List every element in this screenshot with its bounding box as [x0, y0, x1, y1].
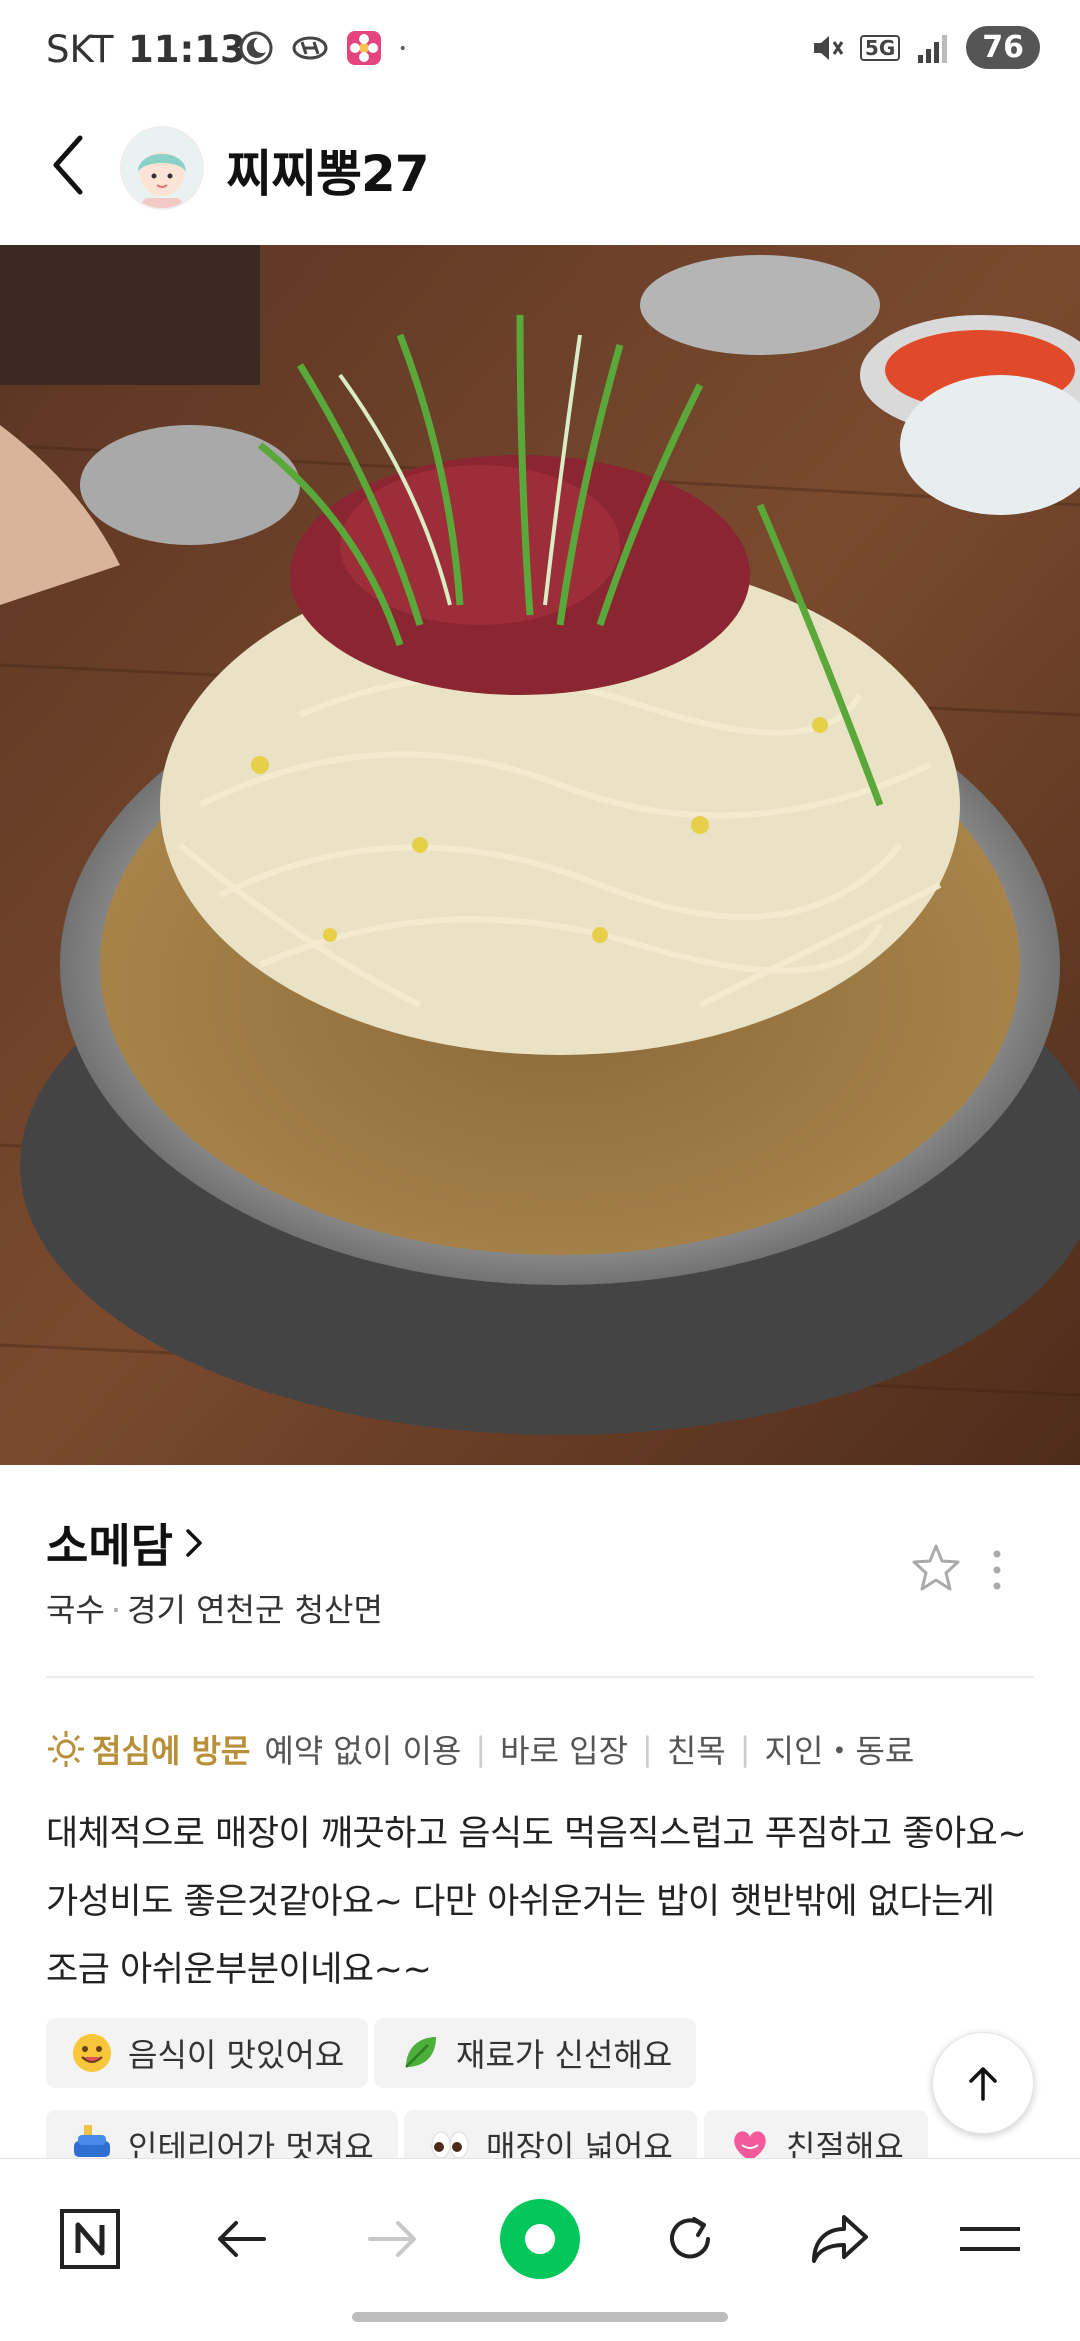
avatar[interactable]	[120, 126, 204, 210]
naver-home-button[interactable]	[50, 2199, 130, 2279]
notification-dot-icon	[400, 46, 405, 50]
place-title-link[interactable]: 소메담	[46, 1510, 205, 1576]
status-bar: SKT 11:13 5G 76	[0, 0, 1080, 100]
leaf-icon	[405, 2037, 436, 2068]
chevron-right-icon	[186, 1529, 202, 1557]
visit-tag: 바로 입장	[500, 1732, 629, 1770]
hamburger-menu-icon	[960, 2227, 1020, 2251]
place-meta: 국수 · 경기 연천군 청산면	[46, 1585, 383, 1631]
hyundai-icon	[292, 36, 328, 60]
moon-icon	[239, 31, 273, 65]
back-button[interactable]	[202, 2199, 282, 2279]
visit-tag: 친목	[666, 1732, 726, 1770]
review-photo[interactable]	[0, 245, 1080, 1465]
username[interactable]: 찌찌뽕27	[226, 134, 430, 206]
profile-header: 찌찌뽕27	[0, 100, 1080, 245]
signal-icon	[918, 34, 948, 63]
naver-n-icon	[60, 2209, 120, 2269]
share-arrow-icon	[812, 2215, 868, 2263]
avatar-illustration-icon	[122, 128, 202, 208]
visit-time: 점심에 방문	[92, 1732, 251, 1770]
arrow-up-icon	[969, 2067, 997, 2101]
keyword-label: 음식이 맛있어요	[128, 2036, 345, 2074]
menu-button[interactable]	[950, 2199, 1030, 2279]
tag-separator: |	[642, 1730, 653, 1768]
carrier-label: SKT	[46, 28, 114, 71]
visit-tag: 지인・동료	[764, 1732, 915, 1770]
green-dot-icon	[500, 2199, 580, 2279]
scroll-to-top-button[interactable]	[932, 2032, 1034, 2134]
refresh-button[interactable]	[650, 2199, 730, 2279]
keyword-label: 재료가 신선해요	[456, 2036, 673, 2074]
star-icon[interactable]	[908, 1540, 964, 1596]
arrow-right-icon	[368, 2221, 416, 2257]
flower-app-icon	[347, 31, 381, 65]
more-options-icon[interactable]	[990, 1548, 1004, 1592]
sun-icon	[48, 1731, 84, 1767]
battery-indicator: 76	[966, 26, 1040, 69]
place-name: 소메담	[46, 1519, 173, 1573]
forward-button[interactable]	[352, 2199, 432, 2279]
share-button[interactable]	[800, 2199, 880, 2279]
network-5g-icon: 5G	[859, 34, 901, 61]
place-category: 국수	[46, 1591, 105, 1629]
green-dot-button[interactable]	[500, 2199, 580, 2279]
mute-icon	[813, 35, 844, 60]
clock: 11:13	[128, 28, 246, 71]
place-location: 경기 연천군 청산면	[127, 1591, 383, 1629]
visit-info: 점심에 방문 예약 없이 이용 | 바로 입장 | 친목 | 지인・동료	[46, 1726, 914, 1772]
keyword-chip: 음식이 맛있어요	[46, 2018, 369, 2088]
arrow-left-icon	[218, 2221, 266, 2257]
visit-tag: 예약 없이 이용	[264, 1732, 462, 1770]
refresh-icon	[670, 2217, 710, 2259]
tag-separator: |	[475, 1730, 487, 1768]
smiley-icon	[73, 2034, 111, 2072]
tag-separator: |	[739, 1730, 751, 1768]
home-indicator[interactable]	[352, 2312, 728, 2322]
keyword-chip: 재료가 신선해요	[374, 2018, 697, 2088]
food-photo-image	[0, 245, 1080, 1465]
back-arrow-icon[interactable]	[44, 130, 94, 200]
separator-dot: ·	[110, 1591, 122, 1629]
divider	[46, 1676, 1034, 1678]
review-text[interactable]: 대체적으로 매장이 깨끗하고 음식도 먹음직스럽고 푸짐하고 좋아요~ 가성비도…	[46, 1800, 1036, 2004]
